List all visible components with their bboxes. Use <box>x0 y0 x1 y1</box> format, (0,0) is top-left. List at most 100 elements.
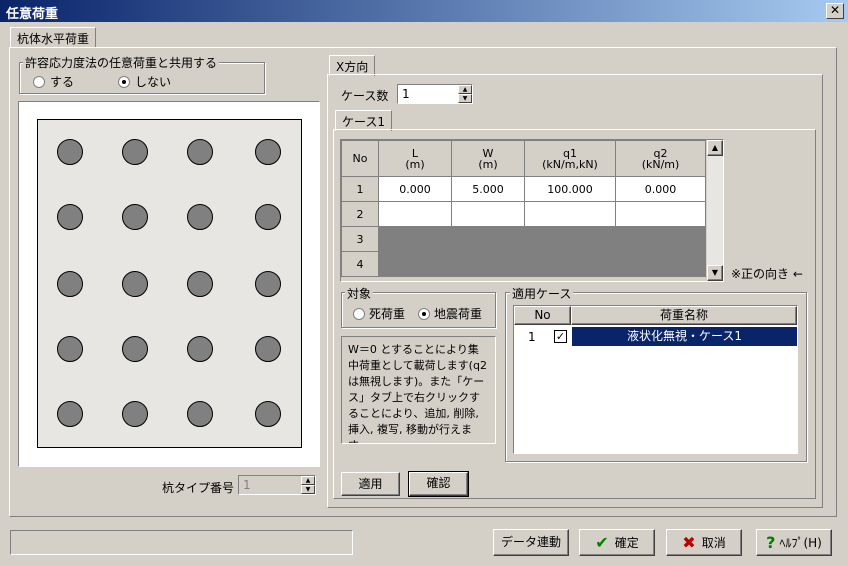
cell-l[interactable]: 0.000 <box>378 176 452 202</box>
radio-circle <box>33 75 45 88</box>
tab-pile-horizontal-load[interactable]: 杭体水平荷重 <box>10 27 97 48</box>
case-count-spinner[interactable]: 1 ▲ ▼ <box>397 84 473 104</box>
header-q2: q2 (kN/m) <box>615 140 706 177</box>
case-count-value: 1 <box>402 87 410 101</box>
apply-case-group-label: 適用ケース <box>510 285 574 302</box>
pile-circle <box>122 271 148 297</box>
cell-w[interactable]: 5.000 <box>451 176 525 202</box>
table-row: 3 <box>341 226 706 252</box>
pile-circle <box>187 139 213 165</box>
row-no: 1 <box>341 176 379 202</box>
status-bar <box>10 530 353 555</box>
pile-type-label: 杭タイプ番号 <box>162 481 235 495</box>
cell-disabled <box>524 226 616 252</box>
cell-q2[interactable] <box>615 201 706 227</box>
spin-up-icon[interactable]: ▲ <box>458 85 472 94</box>
cell-disabled <box>524 251 616 277</box>
pile-circle <box>187 336 213 362</box>
table-scrollbar[interactable]: ▲ ▼ <box>707 140 723 281</box>
apply-checkbox[interactable]: ✓ <box>554 330 567 343</box>
radio-seismic-load[interactable]: 地震荷重 <box>418 305 482 322</box>
pile-circle <box>255 271 281 297</box>
header-w: W (m) <box>451 140 525 177</box>
pile-circle <box>122 139 148 165</box>
help-label: ﾍﾙﾌﾟ(H) <box>779 536 822 550</box>
header-no: No <box>341 140 379 177</box>
pile-type-spinner[interactable]: 1 ▲ ▼ <box>238 475 316 495</box>
data-link-button[interactable]: データ連動 <box>493 529 569 556</box>
pile-circle <box>255 204 281 230</box>
spin-up-icon[interactable]: ▲ <box>301 476 315 485</box>
row-no: 2 <box>341 201 379 227</box>
radio-circle <box>418 307 430 320</box>
tab-case1[interactable]: ケース1 <box>335 110 393 131</box>
scroll-down-icon[interactable]: ▼ <box>707 265 723 281</box>
pile-type-value: 1 <box>243 478 251 492</box>
target-group-label: 対象 <box>345 285 374 302</box>
pile-circle <box>187 401 213 427</box>
pile-circle <box>57 139 83 165</box>
spin-buttons[interactable]: ▲ ▼ <box>301 476 315 494</box>
header-q1: q1 (kN/m,kN) <box>524 140 616 177</box>
x-icon: ✖ <box>682 533 696 552</box>
cell-w[interactable] <box>451 201 525 227</box>
cancel-label: 取消 <box>701 536 726 550</box>
pile-circle <box>57 271 83 297</box>
tab-x-direction[interactable]: X方向 <box>329 55 376 76</box>
cell-disabled <box>615 251 706 277</box>
apply-col-name[interactable]: 荷重名称 <box>571 306 797 325</box>
confirm-inner-button[interactable]: 確認 <box>408 471 469 497</box>
cell-disabled <box>451 251 525 277</box>
radio-label: しない <box>135 75 172 89</box>
apply-case-list: No 荷重名称 1 ✓ 液状化無視・ケース1 <box>513 305 798 454</box>
window-title: 任意荷重 <box>6 7 59 22</box>
pile-circle <box>187 271 213 297</box>
close-button[interactable]: ✕ <box>826 3 844 19</box>
apply-row-no: 1 <box>528 330 536 344</box>
cell-q2[interactable]: 0.000 <box>615 176 706 202</box>
ok-button[interactable]: ✔ 確定 <box>579 529 655 556</box>
load-table-container: No L (m) W (m) q1 (kN/m,kN) q2 (kN/m) 1 0.00… <box>340 139 724 282</box>
pile-circle <box>57 336 83 362</box>
help-button[interactable]: ? ﾍﾙﾌﾟ(H) <box>756 529 832 556</box>
pile-circle <box>57 401 83 427</box>
pile-circle <box>255 336 281 362</box>
pile-circle <box>122 336 148 362</box>
apply-col-no[interactable]: No <box>514 306 571 325</box>
case-count-label: ケース数 <box>341 89 389 103</box>
cell-q1[interactable]: 100.000 <box>524 176 616 202</box>
cell-disabled <box>615 226 706 252</box>
apply-row-name[interactable]: 液状化無視・ケース1 <box>572 327 797 346</box>
pile-plan-view <box>18 101 320 467</box>
radio-allowable-no[interactable]: しない <box>118 73 171 90</box>
radio-dead-load[interactable]: 死荷重 <box>353 305 405 322</box>
cell-l[interactable] <box>378 201 452 227</box>
radio-label: 地震荷重 <box>434 307 483 321</box>
header-l: L (m) <box>378 140 452 177</box>
row-no: 4 <box>341 251 379 277</box>
spin-down-icon[interactable]: ▼ <box>301 485 315 494</box>
radio-circle <box>353 307 365 320</box>
scroll-up-icon[interactable]: ▲ <box>707 140 723 156</box>
radio-label: 死荷重 <box>369 307 406 321</box>
cell-disabled <box>378 226 452 252</box>
row-no: 3 <box>341 226 379 252</box>
cell-disabled <box>451 226 525 252</box>
radio-circle <box>118 75 130 88</box>
pile-circle <box>122 401 148 427</box>
table-row[interactable]: 2 <box>341 201 706 227</box>
pile-circle <box>255 139 281 165</box>
cancel-button[interactable]: ✖ 取消 <box>666 529 742 556</box>
direction-note: ※正の向き ← <box>731 267 803 281</box>
pile-circle <box>57 204 83 230</box>
spin-down-icon[interactable]: ▼ <box>458 94 472 103</box>
spin-buttons[interactable]: ▲ ▼ <box>458 85 472 103</box>
pile-circle <box>255 401 281 427</box>
pile-circle <box>187 204 213 230</box>
apply-button[interactable]: 適用 <box>341 472 400 496</box>
cell-q1[interactable] <box>524 201 616 227</box>
title-bar <box>0 0 848 22</box>
radio-allowable-yes[interactable]: する <box>33 73 74 90</box>
table-row[interactable]: 1 0.000 5.000 100.000 0.000 <box>341 176 706 202</box>
cell-disabled <box>378 251 452 277</box>
